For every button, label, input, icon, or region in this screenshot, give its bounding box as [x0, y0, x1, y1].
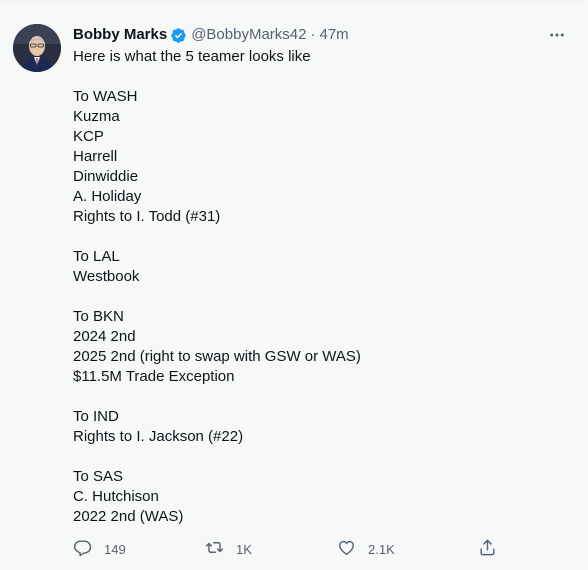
tweet-line: Here is what the 5 teamer looks like	[73, 48, 311, 65]
share-button[interactable]	[478, 537, 497, 561]
tweet-line: 2025 2nd (right to swap with GSW or WAS)	[73, 348, 361, 365]
tweet-line: To BKN	[73, 308, 124, 325]
verified-badge-icon	[170, 27, 187, 44]
retweet-count: 1K	[236, 541, 252, 557]
user-handle[interactable]: @BobbyMarks42	[191, 25, 306, 45]
tweet-line: To WASH	[73, 88, 138, 105]
separator-dot: ·	[310, 26, 316, 43]
tweet-line: A. Holiday	[73, 188, 142, 205]
reply-count: 149	[104, 541, 126, 557]
tweet-header: Bobby Marks @BobbyMarks42 · 47m	[73, 24, 573, 46]
tweet-line: To IND	[73, 408, 119, 425]
like-icon	[337, 538, 356, 560]
tweet-line: KCP	[73, 128, 104, 145]
reply-button[interactable]: 149	[73, 537, 126, 561]
more-options-icon[interactable]	[545, 24, 569, 46]
display-name[interactable]: Bobby Marks	[73, 25, 167, 45]
tweet-line: Westbook	[73, 268, 140, 285]
tweet-line: Rights to I. Jackson (#22)	[73, 428, 244, 445]
tweet-line: To LAL	[73, 248, 120, 265]
tweet-line: Kuzma	[73, 108, 120, 125]
like-button[interactable]: 2.1K	[337, 537, 395, 561]
tweet-line: To SAS	[73, 468, 124, 485]
reply-icon	[73, 538, 92, 560]
retweet-button[interactable]: 1K	[205, 537, 252, 561]
tweet-line: 2024 2nd	[73, 328, 136, 345]
tweet-line: C. Hutchison	[73, 488, 159, 505]
tweet-line: Dinwiddie	[73, 168, 139, 185]
tweet-actions: 149 1K 2.1K	[73, 537, 513, 561]
avatar-image	[13, 24, 61, 72]
tweet-line: Rights to I. Todd (#31)	[73, 208, 221, 225]
timestamp[interactable]: 47m	[319, 25, 348, 45]
tweet-text: Here is what the 5 teamer looks like To …	[73, 47, 573, 527]
retweet-icon	[205, 538, 224, 560]
tweet[interactable]: Bobby Marks @BobbyMarks42 · 47m Here is …	[1, 0, 587, 569]
avatar[interactable]	[13, 24, 61, 72]
like-count: 2.1K	[368, 541, 395, 557]
tweet-line: $11.5M Trade Exception	[73, 368, 235, 385]
tweet-line: 2022 2nd (WAS)	[73, 508, 184, 525]
share-icon	[478, 538, 497, 560]
tweet-line: Harrell	[73, 148, 118, 165]
